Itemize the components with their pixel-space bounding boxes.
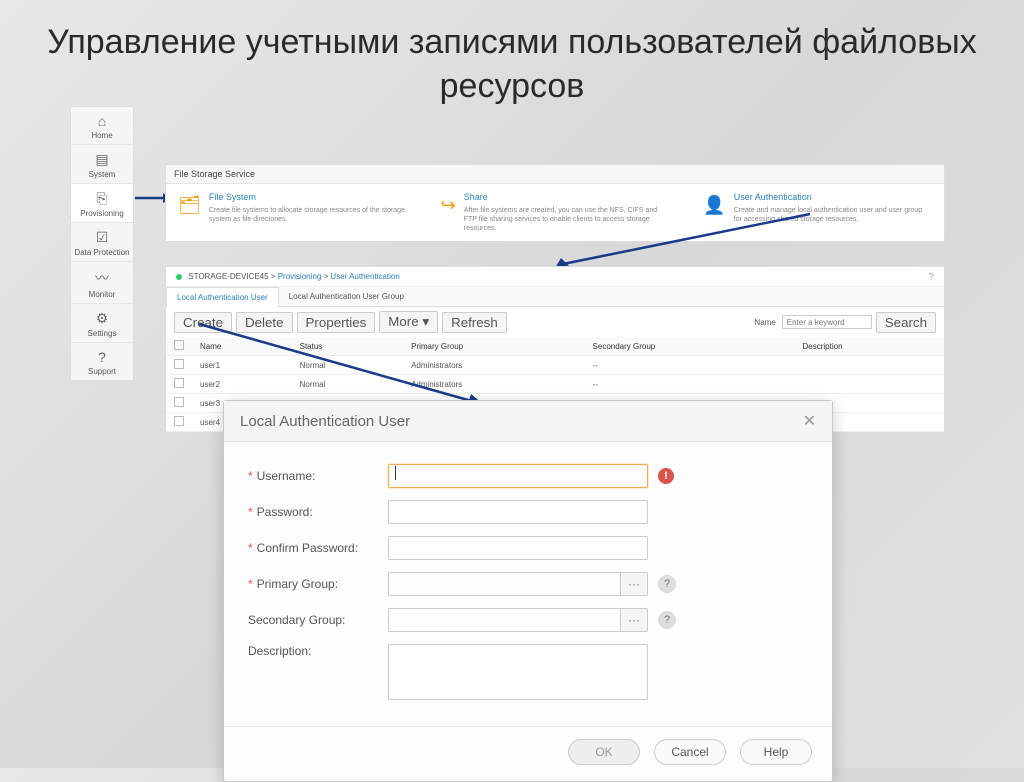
search-button[interactable]: Search xyxy=(876,312,936,333)
description-input[interactable] xyxy=(388,644,648,700)
nav-label: Data Protection xyxy=(74,248,129,257)
nav-provisioning[interactable]: ⎘ Provisioning xyxy=(71,184,133,223)
panel-header: File Storage Service xyxy=(166,165,944,184)
status-dot-icon xyxy=(176,274,182,280)
sidebar-nav: ⌂ Home ▤ System ⎘ Provisioning ☑ Data Pr… xyxy=(70,106,134,381)
search-input[interactable] xyxy=(782,315,872,329)
shield-icon: ☑ xyxy=(96,229,109,246)
checkbox[interactable] xyxy=(174,378,184,388)
tab-local-group[interactable]: Local Authentication User Group xyxy=(279,287,414,306)
col-desc[interactable]: Description xyxy=(795,337,944,356)
password-input[interactable] xyxy=(388,500,648,524)
secondary-group-input[interactable] xyxy=(388,608,620,632)
nav-settings[interactable]: ⚙ Settings xyxy=(71,304,133,343)
card-title: Share xyxy=(464,192,670,204)
label-secondary-group: Secondary Group: xyxy=(248,613,345,627)
checkbox[interactable] xyxy=(174,397,184,407)
card-file-system[interactable]: 🗂 File System Create file systems to all… xyxy=(178,192,407,233)
checkbox[interactable] xyxy=(174,359,184,369)
nav-label: Provisioning xyxy=(80,209,124,218)
label-primary-group: Primary Group: xyxy=(257,577,338,591)
nav-label: Home xyxy=(91,131,112,140)
arrow-icon xyxy=(195,320,485,410)
nav-support[interactable]: ? Support xyxy=(71,343,133,380)
bc-provisioning[interactable]: Provisioning xyxy=(278,272,322,281)
cell-desc xyxy=(795,356,944,375)
cell-secondary: -- xyxy=(585,356,795,375)
breadcrumb: STORAGE-DEVICE45 > Provisioning > User A… xyxy=(166,267,944,287)
checkbox-all[interactable] xyxy=(174,340,184,350)
help-icon: ? xyxy=(98,349,106,365)
folder-icon: 🗂 xyxy=(178,192,201,218)
checkbox[interactable] xyxy=(174,416,184,426)
help-icon[interactable]: ? xyxy=(928,272,934,283)
label-description: Description: xyxy=(248,644,311,658)
cell-secondary: -- xyxy=(585,375,795,394)
browse-button[interactable]: ··· xyxy=(620,608,648,632)
tab-local-user[interactable]: Local Authentication User xyxy=(166,287,279,307)
bc-device: STORAGE-DEVICE45 xyxy=(188,272,268,281)
nav-monitor[interactable]: 〰 Monitor xyxy=(71,262,133,304)
search-label: Name xyxy=(754,318,775,327)
create-user-dialog: Local Authentication User ✕ *Username: !… xyxy=(223,400,833,782)
help-icon[interactable]: ? xyxy=(658,575,676,593)
primary-group-input[interactable] xyxy=(388,572,620,596)
nav-label: Monitor xyxy=(89,290,116,299)
slide-title: Управление учетными записями пользовател… xyxy=(0,20,1024,108)
provisioning-icon: ⎘ xyxy=(96,190,107,207)
nav-home[interactable]: ⌂ Home xyxy=(71,107,133,145)
confirm-password-input[interactable] xyxy=(388,536,648,560)
col-secondary[interactable]: Secondary Group xyxy=(585,337,795,356)
error-icon: ! xyxy=(658,468,674,484)
browse-button[interactable]: ··· xyxy=(620,572,648,596)
nav-label: Settings xyxy=(88,329,117,338)
help-button[interactable]: Help xyxy=(740,739,812,765)
tabs: Local Authentication User Local Authenti… xyxy=(166,287,944,307)
help-icon[interactable]: ? xyxy=(658,611,676,629)
card-desc: Create file systems to allocate storage … xyxy=(209,206,407,224)
close-icon[interactable]: ✕ xyxy=(803,411,816,431)
cancel-button[interactable]: Cancel xyxy=(654,739,726,765)
dialog-title: Local Authentication User xyxy=(240,413,410,430)
card-title: File System xyxy=(209,192,407,204)
gear-icon: ⚙ xyxy=(96,310,109,327)
arrow-icon xyxy=(555,210,815,272)
card-title: User Authentication xyxy=(734,192,932,204)
nav-data-protection[interactable]: ☑ Data Protection xyxy=(71,223,133,262)
nav-label: System xyxy=(89,170,116,179)
username-input[interactable] xyxy=(388,464,648,488)
label-confirm: Confirm Password: xyxy=(257,541,358,555)
bc-user-auth[interactable]: User Authentication xyxy=(330,272,399,281)
label-username: Username: xyxy=(257,469,316,483)
cell-desc xyxy=(795,375,944,394)
nav-system[interactable]: ▤ System xyxy=(71,145,133,184)
share-icon: ↪ xyxy=(441,192,456,218)
label-password: Password: xyxy=(257,505,313,519)
monitor-icon: 〰 xyxy=(95,268,109,288)
home-icon: ⌂ xyxy=(98,113,106,129)
nav-label: Support xyxy=(88,367,116,376)
system-icon: ▤ xyxy=(95,151,108,168)
ok-button[interactable]: OK xyxy=(568,739,640,765)
